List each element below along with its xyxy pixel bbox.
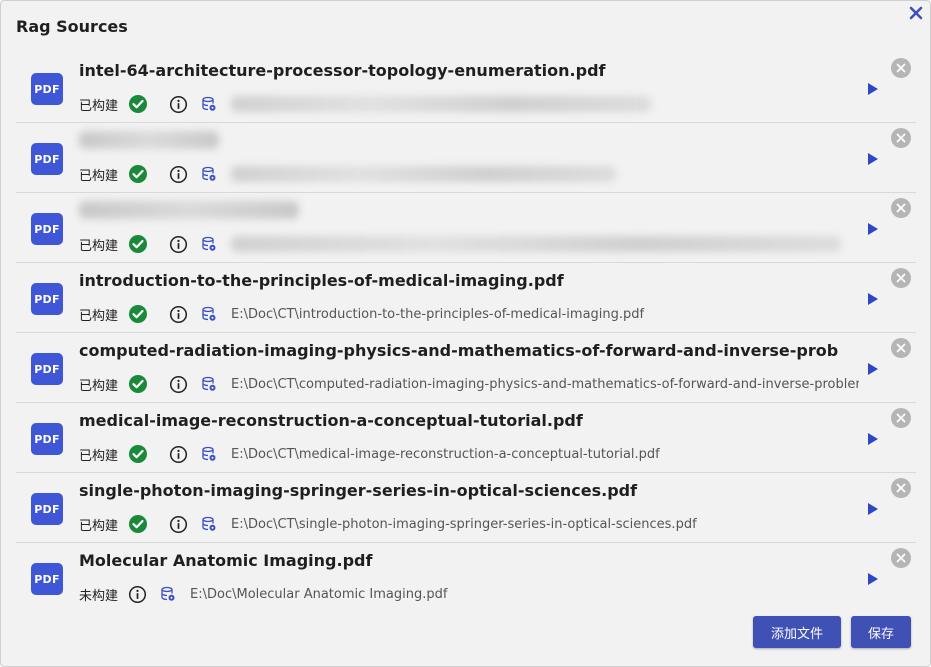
pdf-icon: PDF — [31, 493, 63, 525]
source-row: PDF introduction-to-the-principles-of-me… — [16, 263, 916, 333]
source-file-path: E:\Doc\CT\medical-image-reconstruction-a… — [231, 446, 660, 462]
pdf-icon: PDF — [31, 423, 63, 455]
source-row: PDF Molecular Anatomic Imaging.pdf 未构建 E… — [16, 543, 916, 613]
add-file-button[interactable]: 添加文件 — [753, 616, 841, 648]
close-circle-icon[interactable] — [891, 58, 911, 78]
source-row: PDF computed-radiation-imaging-physics-a… — [16, 333, 916, 403]
pdf-icon: PDF — [31, 73, 63, 105]
source-file-path: E:\Doc\CT\single-photon-imaging-springer… — [231, 516, 697, 532]
source-file-name: Molecular Anatomic Imaging.pdf — [79, 551, 373, 570]
rag-sources-dialog: Rag Sources PDF intel-64-architecture-pr… — [0, 0, 931, 667]
pdf-icon: PDF — [31, 143, 63, 175]
database-icon[interactable] — [201, 236, 217, 252]
close-circle-icon[interactable] — [891, 338, 911, 358]
play-icon[interactable] — [867, 571, 879, 585]
source-row: PDF 已构建 — [16, 193, 916, 263]
database-icon[interactable] — [160, 586, 176, 602]
dialog-title: Rag Sources — [16, 17, 128, 36]
info-icon[interactable] — [128, 585, 147, 604]
source-file-path: E:\Doc\CT\introduction-to-the-principles… — [231, 306, 645, 322]
play-icon[interactable] — [867, 151, 879, 165]
build-status: 已构建 — [79, 168, 119, 184]
source-meta: 已构建 E:\Doc\CT\single-photon-imaging-spri… — [79, 513, 859, 535]
source-meta: 已构建 E:\Doc\CT\introduction-to-the-princi… — [79, 303, 859, 325]
build-status: 已构建 — [79, 448, 119, 464]
database-icon[interactable] — [201, 446, 217, 462]
close-circle-icon[interactable] — [891, 548, 911, 568]
play-icon[interactable] — [867, 221, 879, 235]
play-icon[interactable] — [867, 291, 879, 305]
source-meta: 已构建 — [79, 93, 859, 115]
pdf-icon: PDF — [31, 353, 63, 385]
play-icon[interactable] — [867, 361, 879, 375]
check-circle-icon — [128, 304, 148, 324]
build-status: 已构建 — [79, 518, 119, 534]
check-circle-icon — [128, 164, 148, 184]
build-status: 已构建 — [79, 238, 119, 254]
source-file-path: E:\Doc\CT\computed-radiation-imaging-phy… — [231, 376, 859, 392]
info-icon[interactable] — [169, 515, 188, 534]
build-status: 已构建 — [79, 98, 119, 114]
close-circle-icon[interactable] — [891, 198, 911, 218]
info-icon[interactable] — [169, 445, 188, 464]
check-circle-icon — [128, 514, 148, 534]
source-row: PDF 已构建 — [16, 123, 916, 193]
info-icon[interactable] — [169, 305, 188, 324]
play-icon[interactable] — [867, 431, 879, 445]
source-meta: 已构建 E:\Doc\CT\computed-radiation-imaging… — [79, 373, 859, 395]
source-meta: 已构建 E:\Doc\CT\medical-image-reconstructi… — [79, 443, 859, 465]
source-file-name: single-photon-imaging-springer-series-in… — [79, 481, 638, 500]
source-file-name: computed-radiation-imaging-physics-and-m… — [79, 341, 839, 360]
source-row: PDF intel-64-architecture-processor-topo… — [16, 53, 916, 123]
save-button[interactable]: 保存 — [851, 616, 911, 648]
close-circle-icon[interactable] — [891, 478, 911, 498]
info-icon[interactable] — [169, 165, 188, 184]
build-status: 未构建 — [79, 588, 119, 604]
info-icon[interactable] — [169, 95, 188, 114]
source-list: PDF intel-64-architecture-processor-topo… — [16, 53, 916, 613]
check-circle-icon — [128, 234, 148, 254]
source-file-path — [231, 166, 617, 182]
close-icon[interactable] — [908, 5, 924, 21]
info-icon[interactable] — [169, 375, 188, 394]
source-file-path — [231, 96, 652, 112]
close-circle-icon[interactable] — [891, 268, 911, 288]
source-file-name — [79, 201, 299, 219]
pdf-icon: PDF — [31, 563, 63, 595]
database-icon[interactable] — [201, 516, 217, 532]
play-icon[interactable] — [867, 81, 879, 95]
check-circle-icon — [128, 444, 148, 464]
source-meta: 已构建 — [79, 163, 859, 185]
source-file-name — [79, 131, 219, 149]
source-file-name: intel-64-architecture-processor-topology… — [79, 61, 606, 80]
check-circle-icon — [128, 94, 148, 114]
source-file-path: E:\Doc\Molecular Anatomic Imaging.pdf — [190, 586, 448, 602]
build-status: 已构建 — [79, 308, 119, 324]
close-circle-icon[interactable] — [891, 408, 911, 428]
source-meta: 已构建 — [79, 233, 859, 255]
source-meta: 未构建 E:\Doc\Molecular Anatomic Imaging.pd… — [79, 583, 859, 605]
database-icon[interactable] — [201, 166, 217, 182]
database-icon[interactable] — [201, 376, 217, 392]
source-file-name: medical-image-reconstruction-a-conceptua… — [79, 411, 583, 430]
check-circle-icon — [128, 374, 148, 394]
close-circle-icon[interactable] — [891, 128, 911, 148]
database-icon[interactable] — [201, 306, 217, 322]
pdf-icon: PDF — [31, 283, 63, 315]
source-row: PDF single-photon-imaging-springer-serie… — [16, 473, 916, 543]
play-icon[interactable] — [867, 501, 879, 515]
info-icon[interactable] — [169, 235, 188, 254]
build-status: 已构建 — [79, 378, 119, 394]
database-icon[interactable] — [201, 96, 217, 112]
pdf-icon: PDF — [31, 213, 63, 245]
source-file-path — [231, 236, 842, 252]
source-file-name: introduction-to-the-principles-of-medica… — [79, 271, 564, 290]
source-row: PDF medical-image-reconstruction-a-conce… — [16, 403, 916, 473]
